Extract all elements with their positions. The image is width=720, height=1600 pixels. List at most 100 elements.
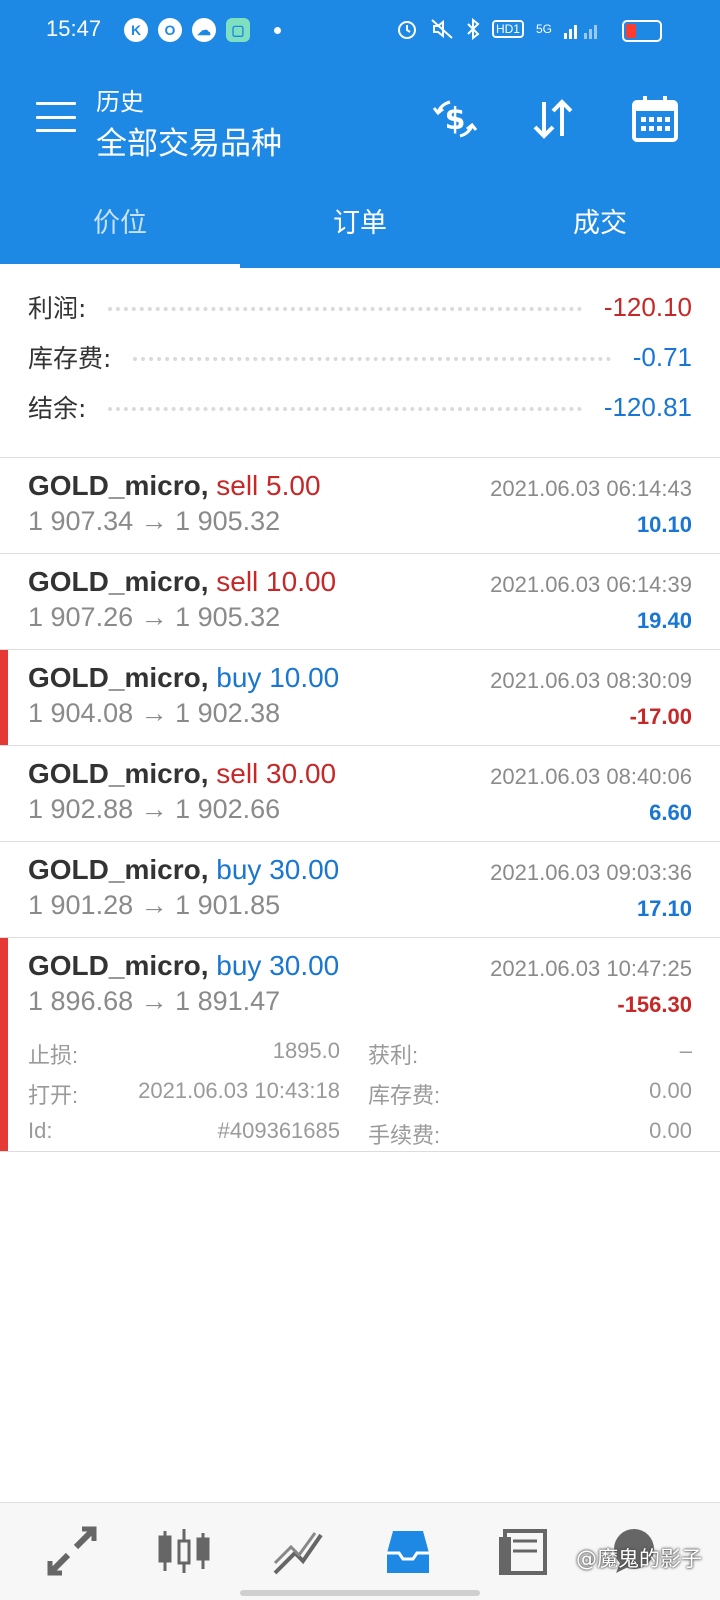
take-profit-label: 获利: (368, 1043, 419, 1068)
open-time-value: 2021.06.03 10:43:18 (138, 1078, 340, 1103)
trade-time: 2021.06.03 06:14:43 (490, 476, 692, 501)
dotted-leader (108, 407, 582, 411)
bottom-navigation: @魔鬼的影子 (0, 1502, 720, 1600)
trade-profit: 17.10 (636, 896, 692, 921)
commission-label: 手续费: (368, 1123, 441, 1148)
trade-time: 2021.06.03 08:30:09 (490, 668, 692, 693)
trade-prices: 1 901.28 → 1 901.85 (28, 890, 281, 920)
nav-quotes[interactable] (42, 1525, 102, 1577)
id-value: #409361685 (217, 1118, 340, 1143)
svg-text:$: $ (445, 102, 466, 137)
trade-time: 2021.06.03 09:03:36 (490, 860, 692, 885)
tab-deals[interactable]: 成交 (480, 172, 720, 268)
detail-row: 止损: 1895.0 获利: – (28, 1038, 692, 1068)
id-label: Id: (28, 1118, 53, 1143)
status-bar: 15:47 K O ☁ ▢ HD1 5G (0, 0, 720, 64)
open-time-label: 打开: (28, 1083, 79, 1108)
trade-side: sell 5.00 (216, 470, 321, 501)
commission-value: 0.00 (649, 1118, 692, 1143)
gesture-home-bar[interactable] (240, 1590, 480, 1596)
swap-value: -0.71 (632, 341, 692, 372)
trade-side: sell 30.00 (216, 758, 337, 789)
trend-icon (273, 1532, 323, 1575)
news-icon (499, 1529, 547, 1575)
trade-prices: 1 907.26 → 1 905.32 (28, 602, 281, 632)
signal-icon (564, 25, 597, 39)
detail-row: 打开: 2021.06.03 10:43:18 库存费: 0.00 (28, 1078, 692, 1108)
dotted-leader (133, 357, 611, 361)
nav-news[interactable] (494, 1525, 554, 1577)
trade-side: buy 30.00 (216, 950, 340, 981)
tab-bar: 价位 订单 成交 (0, 172, 720, 268)
trade-time: 2021.06.03 10:47:25 (490, 956, 692, 981)
watermark-text: @魔鬼的影子 (576, 1547, 702, 1571)
profit-value: -120.10 (603, 291, 692, 322)
trade-profit: -17.00 (629, 704, 692, 729)
trade-side: buy 30.00 (216, 854, 340, 885)
currency-exchange-button[interactable]: $ (428, 92, 482, 146)
trade-symbol: GOLD_micro, (28, 470, 209, 501)
trade-symbol: GOLD_micro, (28, 950, 209, 981)
tab-positions[interactable]: 价位 (0, 172, 240, 268)
o-app-icon: O (158, 18, 182, 42)
detail-row: Id: #409361685 手续费: 0.00 (28, 1118, 692, 1148)
sort-icon (533, 99, 573, 139)
history-inbox-icon (387, 1531, 429, 1573)
trade-title: GOLD_micro, buy 30.00 (28, 950, 339, 982)
trade-profit: 6.60 (649, 800, 692, 825)
trade-row-expanded[interactable]: GOLD_micro, buy 30.00 1 896.68 → 1 891.4… (0, 938, 720, 1152)
trade-row[interactable]: GOLD_micro, sell 5.00 1 907.34 → 1 905.3… (0, 458, 720, 554)
trade-title: GOLD_micro, sell 5.00 (28, 470, 321, 502)
trade-symbol: GOLD_micro, (28, 854, 209, 885)
trade-profit: 19.40 (636, 608, 692, 633)
trade-row[interactable]: GOLD_micro, buy 30.00 1 901.28 → 1 901.8… (0, 842, 720, 938)
k-app-icon: K (124, 18, 148, 42)
status-time: 15:47 (46, 16, 102, 41)
trade-side: buy 10.00 (216, 662, 340, 693)
nav-chart[interactable] (154, 1525, 214, 1577)
nav-history[interactable] (378, 1525, 438, 1577)
tab-orders[interactable]: 订单 (240, 172, 480, 268)
calendar-button[interactable] (628, 92, 682, 146)
profit-label: 利润: (28, 294, 87, 323)
trade-title: GOLD_micro, sell 10.00 (28, 566, 336, 598)
trade-symbol: GOLD_micro, (28, 662, 209, 693)
trade-side: sell 10.00 (216, 566, 337, 597)
trade-profit: -156.30 (617, 992, 692, 1017)
trade-row[interactable]: GOLD_micro, sell 30.00 1 902.88 → 1 902.… (0, 746, 720, 842)
take-profit-value: – (679, 1038, 692, 1063)
stop-loss-value: 1895.0 (272, 1038, 340, 1063)
page-subtitle: 历史 (96, 88, 144, 116)
trade-prices: 1 896.68 → 1 891.47 (28, 986, 281, 1016)
more-notifications-dot (274, 26, 281, 34)
nav-trade[interactable] (268, 1525, 328, 1577)
trade-prices: 1 907.34 → 1 905.32 (28, 506, 281, 536)
bluetooth-icon (467, 18, 480, 40)
summary-panel: 利润: -120.10 库存费: -0.71 结余: -120.81 (0, 268, 720, 458)
quotes-icon (47, 1526, 97, 1576)
battery-icon (622, 20, 662, 42)
trade-title: GOLD_micro, buy 10.00 (28, 662, 339, 694)
swap-row: 库存费: -0.71 (28, 332, 692, 382)
swap-label: 库存费: (368, 1083, 441, 1108)
trade-title: GOLD_micro, buy 30.00 (28, 854, 339, 886)
trade-symbol: GOLD_micro, (28, 758, 209, 789)
trade-row[interactable]: GOLD_micro, sell 10.00 1 907.26 → 1 905.… (0, 554, 720, 650)
mute-icon (431, 19, 453, 39)
trade-row[interactable]: GOLD_micro, buy 10.00 1 904.08 → 1 902.3… (0, 650, 720, 746)
swap-label: 库存费: (28, 344, 112, 373)
trade-prices: 1 902.88 → 1 902.66 (28, 794, 281, 824)
dotted-leader (108, 307, 582, 311)
stop-loss-label: 止损: (28, 1043, 79, 1068)
trade-time: 2021.06.03 08:40:06 (490, 764, 692, 789)
notification-icons: K O ☁ ▢ (124, 18, 281, 42)
system-icons: HD1 5G (396, 18, 600, 40)
sort-button[interactable] (526, 92, 580, 146)
trade-prices: 1 904.08 → 1 902.38 (28, 698, 281, 728)
trade-time: 2021.06.03 06:14:39 (490, 572, 692, 597)
page-title[interactable]: 全部交易品种 (96, 118, 282, 163)
menu-button[interactable] (36, 102, 76, 132)
cloud-app-icon: ☁ (192, 18, 216, 42)
trade-list: GOLD_micro, sell 5.00 1 907.34 → 1 905.3… (0, 458, 720, 1152)
app-bar: 15:47 K O ☁ ▢ HD1 5G 历史 全部交易品种 $ 价位 订单 成… (0, 0, 720, 268)
